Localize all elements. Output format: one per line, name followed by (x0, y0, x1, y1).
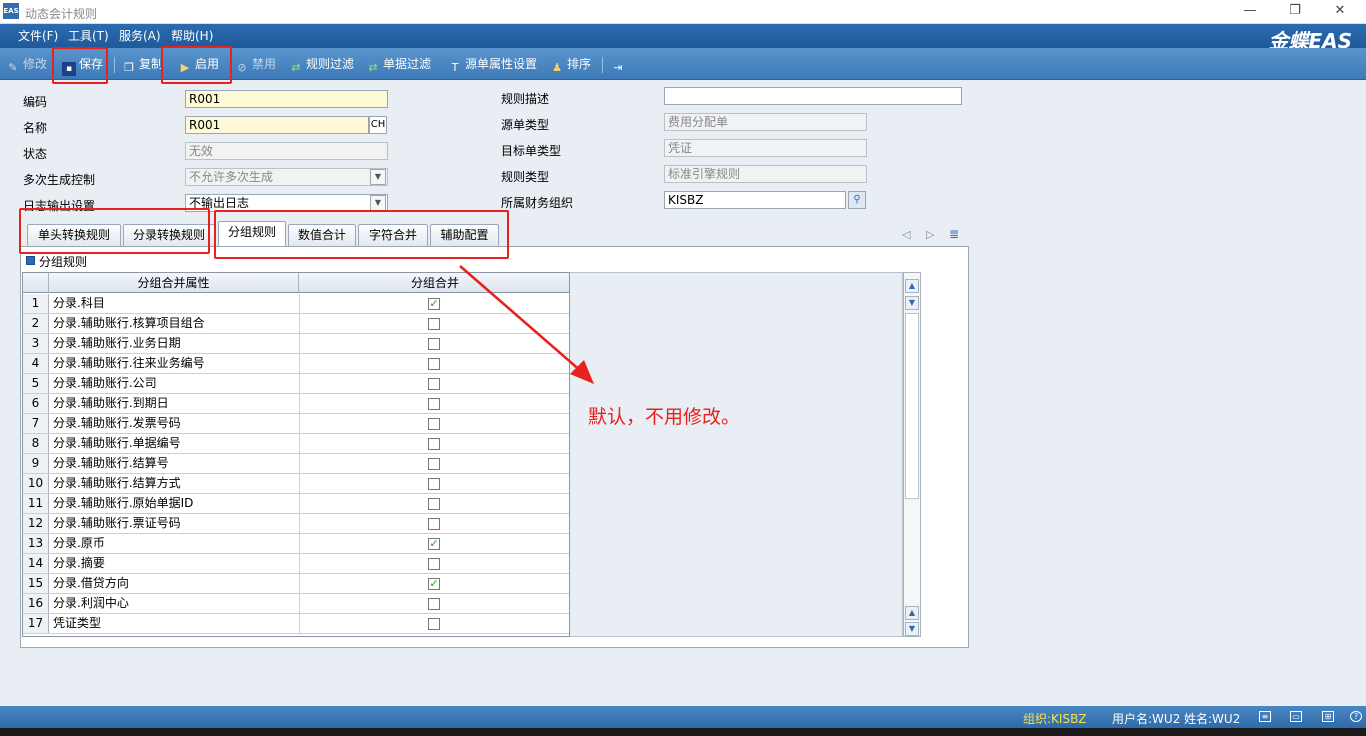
window-icon[interactable]: ▭ (1290, 711, 1302, 722)
annotation-arrow (459, 265, 594, 384)
status-org: 组织:KISBZ (1023, 712, 1087, 726)
taskbar (0, 728, 1366, 736)
annotation-text: 默认，不用修改。 (588, 406, 741, 428)
status-user: 用户名:WU2 (1112, 712, 1181, 726)
list-icon[interactable]: ≡ (1259, 711, 1271, 722)
status-bar: 组织:KISBZ 用户名:WU2 姓名:WU2 ≡ ▭ ⊞ ? (0, 706, 1366, 728)
tab-group-rules[interactable]: 分组规则 (218, 221, 286, 246)
grid-icon[interactable]: ⊞ (1322, 711, 1334, 722)
help-icon[interactable]: ? (1350, 711, 1362, 722)
status-name: 姓名:WU2 (1184, 712, 1241, 726)
